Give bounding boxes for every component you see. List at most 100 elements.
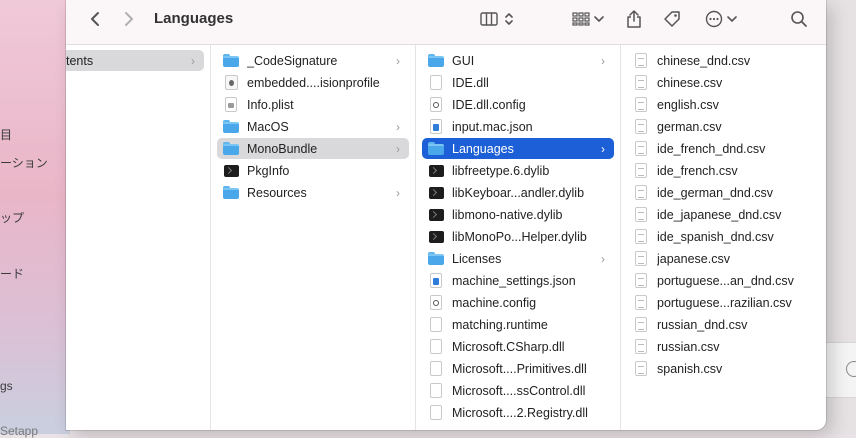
folder-row[interactable]: Languages ›	[422, 138, 614, 159]
file-row[interactable]: Microsoft....ssControl.dll	[422, 380, 614, 401]
folder-row[interactable]: _CodeSignature ›	[217, 50, 409, 71]
item-label: matching.runtime	[452, 317, 548, 332]
item-label: spanish.csv	[657, 361, 723, 376]
executable-icon	[428, 230, 444, 243]
item-label: german.csv	[657, 119, 722, 134]
folder-row[interactable]: GUI ›	[422, 50, 614, 71]
folder-row[interactable]: Licenses ›	[422, 248, 614, 269]
folder-row[interactable]: MacOS ›	[217, 116, 409, 137]
document-icon	[635, 207, 647, 222]
toolbar: Languages	[66, 0, 826, 45]
item-label: input.mac.json	[452, 119, 533, 134]
ellipsis-circle-icon	[705, 10, 723, 28]
file-row[interactable]: ide_japanese_dnd.csv	[627, 204, 820, 225]
item-label: Microsoft....Primitives.dll	[452, 361, 587, 376]
item-label: russian_dnd.csv	[657, 317, 748, 332]
file-row[interactable]: embedded....isionprofile	[217, 72, 409, 93]
forward-button[interactable]	[118, 8, 140, 30]
file-row[interactable]: machine.config	[422, 292, 614, 313]
json-file-icon	[430, 119, 442, 134]
file-row[interactable]: libKeyboar...andler.dylib	[422, 182, 614, 203]
file-row[interactable]: german.csv	[627, 116, 820, 137]
window-title: Languages	[154, 10, 234, 27]
file-row[interactable]: ide_spanish_dnd.csv	[627, 226, 820, 247]
file-row[interactable]: PkgInfo	[217, 160, 409, 181]
columns-view-icon	[480, 12, 498, 26]
file-row[interactable]: ide_french.csv	[627, 160, 820, 181]
item-label: japanese.csv	[657, 251, 730, 266]
folder-icon	[223, 185, 239, 201]
file-row[interactable]: portuguese...an_dnd.csv	[627, 270, 820, 291]
background-sidebar: 目 ーション ップ ード gs Setapp	[0, 0, 70, 438]
executable-icon	[428, 229, 444, 245]
file-row[interactable]: libmono-native.dylib	[422, 204, 614, 225]
file-row[interactable]: japanese.csv	[627, 248, 820, 269]
document-icon	[428, 339, 444, 355]
document-icon	[635, 339, 647, 354]
share-icon	[627, 10, 641, 28]
file-row[interactable]: spanish.csv	[627, 358, 820, 379]
file-row[interactable]: ide_french_dnd.csv	[627, 138, 820, 159]
back-button[interactable]	[84, 8, 106, 30]
more-button[interactable]	[702, 8, 740, 30]
file-row[interactable]: chinese.csv	[627, 72, 820, 93]
folder-row[interactable]: Resources ›	[217, 182, 409, 203]
file-row[interactable]: IDE.dll	[422, 72, 614, 93]
file-row[interactable]: Info.plist	[217, 94, 409, 115]
item-label: chinese.csv	[657, 75, 723, 90]
document-icon	[633, 141, 649, 157]
share-button[interactable]	[623, 8, 645, 30]
folder-icon	[223, 120, 239, 133]
document-icon	[635, 53, 647, 68]
document-icon	[428, 75, 444, 91]
chevron-right-icon	[125, 12, 133, 26]
executable-icon	[223, 164, 239, 177]
item-label: embedded....isionprofile	[247, 75, 380, 90]
file-row[interactable]: matching.runtime	[422, 314, 614, 335]
search-icon	[791, 11, 807, 27]
file-row[interactable]: russian.csv	[627, 336, 820, 357]
document-icon	[635, 251, 647, 266]
document-icon	[635, 229, 647, 244]
chevron-right-icon: ›	[601, 251, 605, 266]
tags-button[interactable]	[660, 8, 684, 30]
search-button[interactable]	[788, 8, 810, 30]
json-file-icon	[430, 273, 442, 288]
file-row[interactable]: machine_settings.json	[422, 270, 614, 291]
background-sidebar-item: ード	[0, 267, 25, 281]
background-sidebar-item: Setapp	[0, 424, 39, 438]
folder-row[interactable]: tents ›	[66, 50, 204, 71]
executable-icon	[428, 208, 444, 221]
folder-row[interactable]: MonoBundle ›	[217, 138, 409, 159]
document-icon	[430, 361, 442, 376]
file-row[interactable]: russian_dnd.csv	[627, 314, 820, 335]
document-icon	[635, 119, 647, 134]
file-row[interactable]: Microsoft.CSharp.dll	[422, 336, 614, 357]
folder-icon	[428, 53, 444, 69]
file-row[interactable]: ide_german_dnd.csv	[627, 182, 820, 203]
executable-icon	[428, 186, 444, 199]
item-label: ide_french.csv	[657, 163, 738, 178]
config-file-icon	[428, 295, 444, 311]
document-icon	[635, 97, 647, 112]
file-row[interactable]: libfreetype.6.dylib	[422, 160, 614, 181]
file-row[interactable]: libMonoPo...Helper.dylib	[422, 226, 614, 247]
group-button[interactable]	[569, 8, 607, 30]
document-icon	[635, 273, 647, 288]
chevron-right-icon: ›	[191, 53, 195, 68]
file-row[interactable]: Microsoft....2.Registry.dll	[422, 402, 614, 423]
file-row[interactable]: chinese_dnd.csv	[627, 50, 820, 71]
document-icon	[633, 75, 649, 91]
chevron-right-icon: ›	[601, 53, 605, 68]
plist-icon	[223, 97, 239, 113]
item-label: portuguese...an_dnd.csv	[657, 273, 794, 288]
file-row[interactable]: input.mac.json	[422, 116, 614, 137]
file-row[interactable]: portuguese...razilian.csv	[627, 292, 820, 313]
file-row[interactable]: Microsoft....Primitives.dll	[422, 358, 614, 379]
view-mode-button[interactable]	[476, 8, 518, 30]
document-icon	[428, 361, 444, 377]
tag-icon	[664, 11, 680, 27]
file-row[interactable]: english.csv	[627, 94, 820, 115]
file-row[interactable]: IDE.dll.config	[422, 94, 614, 115]
item-label: Microsoft....ssControl.dll	[452, 383, 586, 398]
